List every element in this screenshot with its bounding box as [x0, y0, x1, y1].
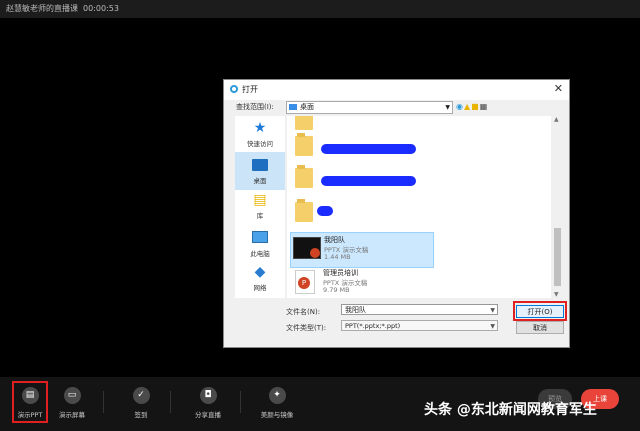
share-screen-button[interactable]: ▭ 演示屏幕: [50, 387, 94, 419]
scroll-down-icon[interactable]: ▼: [554, 291, 559, 298]
file-size: 9.79 MB: [323, 286, 350, 294]
desktop-icon: [252, 159, 268, 171]
checkin-icon: ✓: [132, 387, 150, 404]
filetype-select[interactable]: PPT(*.pptx;*.ppt) ▼: [341, 320, 498, 331]
live-timer: 00:00:53: [83, 4, 119, 13]
chevron-down-icon: ▼: [445, 104, 450, 111]
watermark-text: 头条 @东北新闻网教育军生: [424, 402, 597, 418]
scroll-thumb[interactable]: [554, 228, 561, 286]
filetype-value: PPT(*.pptx;*.ppt): [345, 322, 401, 330]
file-size: 1.44 MB: [324, 253, 351, 261]
share-bag-icon: ◘: [199, 387, 217, 404]
dialog-title: 打开: [242, 85, 258, 94]
tool-label: 分享直播: [195, 411, 221, 419]
computer-icon: [252, 231, 268, 243]
top-bar: 赵慧敏老师的直播课 00:00:53: [0, 0, 640, 18]
file-list: 我阳队 PPTX 演示文稿 1.44 MB P 管理员培训 PPTX 演示文稿 …: [287, 116, 551, 298]
sign-in-button[interactable]: ✓ 签到: [119, 387, 163, 419]
dialog-titlebar: 打开 ✕: [224, 80, 569, 100]
ppt-badge-icon: [310, 248, 320, 258]
filetype-label: 文件类型(T):: [286, 324, 327, 332]
tool-label: 演示屏幕: [59, 411, 85, 419]
file-list-scrollbar[interactable]: ▲ ▼: [553, 116, 562, 298]
look-in-value: 桌面: [300, 103, 314, 111]
app-icon: [230, 85, 238, 93]
highlight-box: [12, 381, 48, 423]
open-file-dialog: 打开 ✕ 查找范围(I): 桌面 ▼ ◉▲■▦ ★ 快速访问 桌面 ▤ 库 此电…: [223, 79, 570, 348]
beauty-mirror-button[interactable]: ✦ 美颜与镜像: [255, 387, 299, 419]
redaction-mark: [321, 176, 416, 186]
look-in-label: 查找范围(I):: [236, 103, 274, 111]
redaction-mark: [317, 206, 333, 216]
new-folder-icon[interactable]: ■: [471, 102, 480, 111]
place-desktop[interactable]: 桌面: [235, 152, 285, 190]
folder-icon[interactable]: [295, 116, 313, 130]
cancel-button[interactable]: 取消: [516, 321, 564, 334]
live-class-title: 赵慧敏老师的直播课: [6, 4, 78, 13]
place-label: 此电脑: [250, 250, 270, 258]
monitor-icon: ▭: [63, 387, 81, 404]
back-icon[interactable]: ◉: [456, 102, 464, 111]
folder-icon[interactable]: [295, 199, 313, 222]
highlight-box: [513, 301, 567, 321]
filename-label: 文件名(N):: [286, 308, 321, 316]
filename-field[interactable]: 我阳队 ▼: [341, 304, 498, 315]
look-in-dropdown[interactable]: 桌面 ▼: [286, 101, 453, 114]
place-label: 库: [256, 212, 264, 220]
chevron-down-icon[interactable]: ▼: [490, 305, 495, 316]
close-icon[interactable]: ✕: [554, 82, 563, 95]
list-item[interactable]: 我阳队 PPTX 演示文稿 1.44 MB: [290, 232, 434, 268]
place-this-pc[interactable]: 此电脑: [235, 224, 285, 262]
ppt-thumbnail: [293, 237, 321, 259]
place-network[interactable]: ◆ 网络: [235, 260, 285, 298]
redaction-mark: [321, 144, 416, 154]
divider: [170, 391, 171, 413]
place-quick-access[interactable]: ★ 快速访问: [235, 116, 285, 154]
share-live-button[interactable]: ◘ 分享直播: [186, 387, 230, 419]
nav-toolbar: ◉▲■▦: [456, 102, 488, 111]
places-bar: ★ 快速访问 桌面 ▤ 库 此电脑 ◆ 网络: [235, 116, 285, 298]
sparkle-icon: ✦: [268, 387, 286, 404]
chevron-down-icon[interactable]: ▼: [490, 321, 495, 332]
folder-icon: [289, 104, 297, 110]
tool-label: 签到: [134, 411, 148, 419]
star-icon: ★: [253, 120, 267, 136]
network-icon: ◆: [254, 264, 266, 280]
place-label: 桌面: [253, 177, 267, 185]
divider: [103, 391, 104, 413]
ppt-file-icon: P: [295, 270, 315, 294]
list-item[interactable]: P 管理员培训 PPTX 演示文稿 9.79 MB: [290, 266, 432, 298]
folder-icon[interactable]: [295, 165, 313, 188]
filename-value: 我阳队: [345, 306, 366, 314]
folder-icon[interactable]: [295, 133, 313, 156]
place-label: 快速访问: [247, 140, 273, 148]
place-label: 网络: [253, 284, 267, 292]
divider: [240, 391, 241, 413]
place-library[interactable]: ▤ 库: [235, 188, 285, 226]
library-icon: ▤: [253, 192, 267, 208]
scroll-up-icon[interactable]: ▲: [554, 116, 559, 123]
view-menu-icon[interactable]: ▦: [480, 102, 489, 111]
tool-label: 美颜与镜像: [260, 411, 294, 419]
